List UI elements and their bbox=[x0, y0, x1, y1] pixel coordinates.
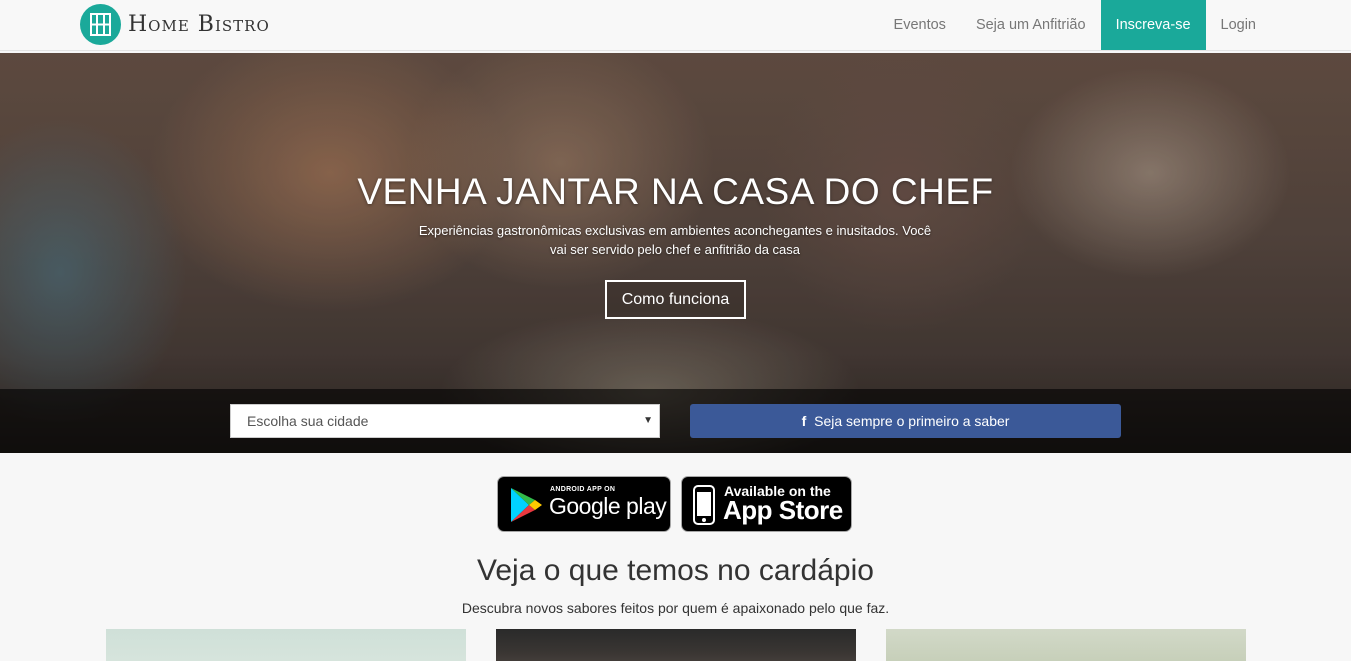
facebook-signup-button[interactable]: f Seja sempre o primeiro a saber bbox=[690, 404, 1121, 438]
nav-login[interactable]: Login bbox=[1206, 0, 1271, 50]
nav-inscreva-se[interactable]: Inscreva-se bbox=[1100, 0, 1206, 50]
como-funciona-button[interactable]: Como funciona bbox=[605, 280, 746, 319]
google-play-badge[interactable]: ANDROID APP ON Google play bbox=[497, 476, 671, 532]
brand-name: Home Bistro bbox=[128, 11, 270, 37]
city-select-value: Escolha sua cidade bbox=[247, 413, 369, 429]
google-play-icon bbox=[511, 488, 542, 522]
apple-badge-big-text: App Store bbox=[723, 495, 843, 525]
nav-eventos[interactable]: Eventos bbox=[879, 0, 961, 50]
google-badge-small-text: ANDROID APP ON bbox=[550, 486, 616, 493]
facebook-icon: f bbox=[801, 413, 807, 429]
hero-action-bar: Escolha sua cidade ▼ f Seja sempre o pri… bbox=[0, 389, 1351, 453]
city-select[interactable]: Escolha sua cidade ▼ bbox=[230, 404, 660, 438]
hero-subtitle: Experiências gastronômicas exclusivas em… bbox=[418, 223, 932, 257]
iphone-icon bbox=[693, 485, 715, 525]
menu-section-subtitle: Descubra novos sabores feitos por quem é… bbox=[461, 600, 890, 616]
top-navbar: Home Bistro Eventos Seja um Anfitrião In… bbox=[0, 0, 1351, 51]
facebook-button-label: Seja sempre o primeiro a saber bbox=[814, 413, 1010, 429]
dropdown-caret-icon: ▼ bbox=[643, 415, 653, 426]
menu-section-title: Veja o que temos no cardápio bbox=[477, 554, 874, 587]
menu-card-image[interactable] bbox=[886, 629, 1246, 661]
nav-seja-anfitriao[interactable]: Seja um Anfitrião bbox=[961, 0, 1101, 50]
home-bistro-logo-icon bbox=[80, 3, 121, 45]
hero-banner: VENHA JANTAR NA CASA DO CHEF Experiência… bbox=[0, 53, 1351, 453]
google-badge-big-text: Google play bbox=[549, 493, 667, 519]
menu-card-image[interactable] bbox=[106, 629, 466, 661]
app-store-badge[interactable]: Available on the App Store bbox=[681, 476, 852, 532]
brand-logo-link[interactable]: Home Bistro bbox=[80, 3, 270, 45]
main-nav: Eventos Seja um Anfitrião Inscreva-se Lo… bbox=[879, 0, 1271, 50]
hero-title: VENHA JANTAR NA CASA DO CHEF bbox=[357, 171, 994, 212]
menu-card-image[interactable] bbox=[496, 629, 856, 661]
